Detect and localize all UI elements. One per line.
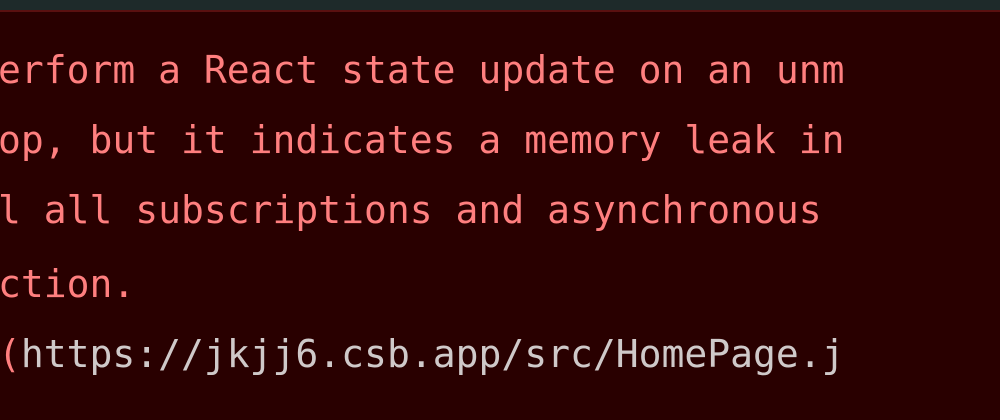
source-file-link[interactable]: https://jkjj6.csb.app/src/HomePage.j	[21, 332, 845, 376]
stack-open-paren: (	[0, 332, 21, 376]
error-message-line-4: ction.	[0, 262, 136, 306]
error-message-line-2: op, but it indicates a memory leak in	[0, 118, 845, 162]
error-message-line-1: erform a React state update on an unm	[0, 48, 845, 92]
panel-top-border	[0, 0, 1000, 10]
error-message-line-3: l all subscriptions and asynchronous	[0, 188, 845, 232]
stack-trace-line: (https://jkjj6.csb.app/src/HomePage.j	[0, 332, 845, 376]
console-panel: erform a React state update on an unm op…	[0, 0, 1000, 420]
error-row-divider	[0, 10, 1000, 12]
